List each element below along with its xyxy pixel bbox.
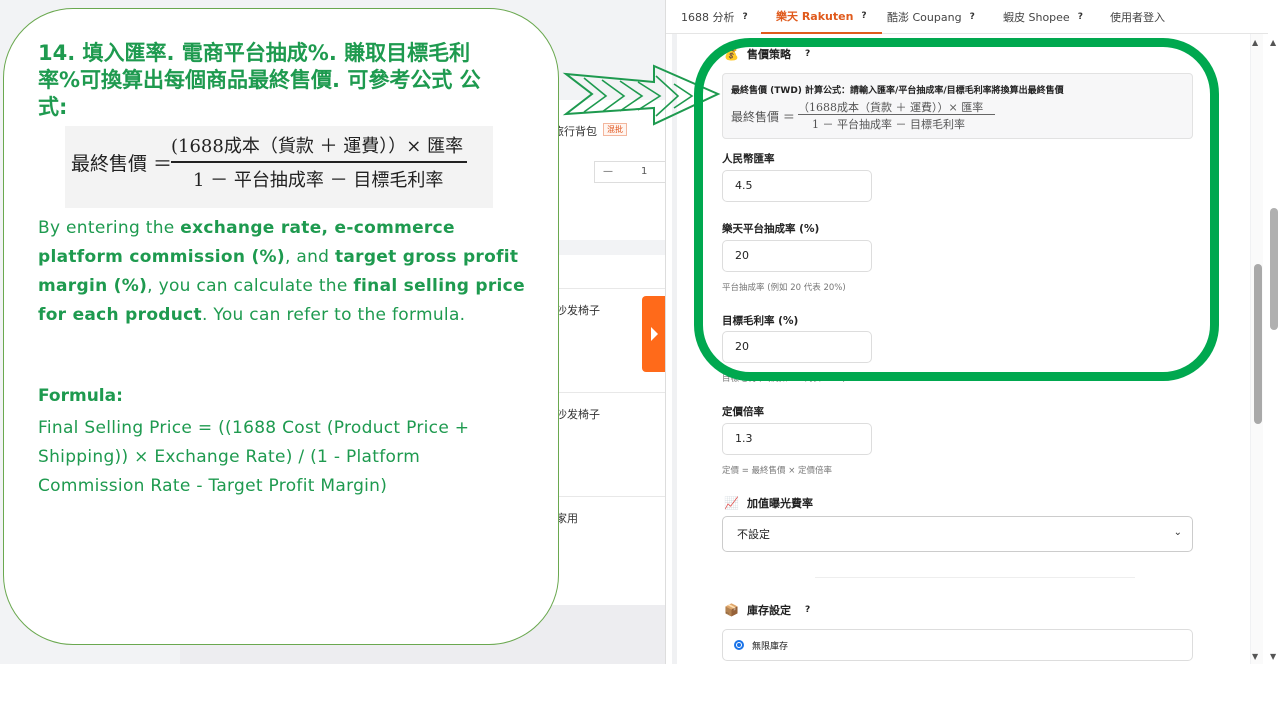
markup-label: 定價倍率 (722, 406, 764, 418)
tab-label: 酷澎 Coupang (887, 11, 962, 24)
annotation-description: By entering the exchange rate, e-commerc… (38, 214, 528, 330)
help-icon[interactable]: ? (743, 12, 748, 22)
markup-hint: 定價 = 最終售價 × 定價倍率 (722, 466, 833, 476)
quantity-stepper[interactable]: — 1 (594, 161, 666, 183)
annotation-formula: 最終售價 ＝ (1688成本（貨款 ＋ 運費））× 匯率 1 － 平台抽成率 －… (65, 126, 493, 208)
fraction-bar (171, 161, 467, 163)
scroll-down-icon[interactable]: ▼ (1252, 652, 1258, 661)
window-scrollbar[interactable]: ▲ ▼ (1268, 0, 1280, 664)
list-item-title[interactable]: 沙发椅子 (556, 406, 600, 422)
radio-label: 無限庫存 (752, 642, 789, 652)
text-run: , you can calculate the (147, 276, 354, 296)
tab-label: 使用者登入 (1110, 11, 1165, 24)
chevron-down-icon: ⌄ (1173, 527, 1182, 538)
formula-numerator: (1688成本（貨款 ＋ 運費））× 匯率 (171, 136, 464, 157)
radio-selected-icon[interactable] (734, 640, 744, 650)
section-title: 加值曝光費率 (746, 497, 813, 510)
tab-label: 樂天 Rakuten (776, 10, 854, 23)
tab-label: 1688 分析 (681, 11, 735, 24)
formula-lhs: 最終售價 ＝ (71, 153, 173, 175)
inventory-option[interactable]: 無限庫存 (722, 629, 1193, 661)
help-icon[interactable]: ? (1078, 12, 1083, 22)
highlight-ring (694, 38, 1219, 381)
annotation-formula-heading: Formula: (38, 386, 123, 406)
decrement-button[interactable]: — (603, 166, 613, 177)
tab-rakuten[interactable]: 樂天 Rakuten ? (761, 0, 882, 34)
scroll-thumb[interactable] (1254, 264, 1262, 424)
section-title: 庫存設定 (746, 604, 791, 617)
panel-toggle-button[interactable] (642, 296, 666, 372)
scroll-thumb[interactable] (1270, 208, 1278, 330)
exposure-select[interactable]: 不設定 ⌄ (722, 516, 1193, 552)
select-value: 不設定 (737, 528, 770, 541)
tab-coupang[interactable]: 酷澎 Coupang ? (887, 0, 975, 34)
help-icon[interactable]: ? (805, 605, 810, 615)
box-icon: 📦 (724, 603, 739, 617)
platform-tabs: 1688 分析 ? 樂天 Rakuten ? 酷澎 Coupang ? 蝦皮 S… (666, 0, 1269, 34)
tab-login[interactable]: 使用者登入 (1110, 0, 1165, 34)
scroll-up-icon[interactable]: ▲ (1270, 38, 1276, 47)
tab-1688[interactable]: 1688 分析 ? (681, 0, 748, 34)
text-run: . You can refer to the formula. (201, 305, 466, 325)
section-divider (815, 577, 1135, 578)
quantity-value[interactable]: 1 (641, 166, 647, 177)
formula-denominator: 1 － 平台抽成率 － 目標毛利率 (193, 170, 444, 191)
panel-scrollbar[interactable]: ▲ ▼ (1251, 34, 1263, 664)
exposure-heading: 📈 加值曝光費率 (724, 495, 813, 511)
chart-up-icon: 📈 (724, 496, 739, 510)
annotation-formula-text: Final Selling Price = ((1688 Cost (Produ… (38, 418, 470, 496)
help-icon[interactable]: ? (861, 11, 866, 21)
text-run: , and (284, 247, 335, 267)
tab-label: 蝦皮 Shopee (1003, 11, 1070, 24)
inventory-heading: 📦 庫存設定 ? (724, 602, 810, 618)
scroll-down-icon[interactable]: ▼ (1270, 652, 1276, 661)
list-item-title[interactable]: 家用 (556, 510, 578, 526)
scroll-up-icon[interactable]: ▲ (1252, 38, 1258, 47)
help-icon[interactable]: ? (970, 12, 975, 22)
tab-shopee[interactable]: 蝦皮 Shopee ? (1003, 0, 1083, 34)
markup-input[interactable]: 1.3 (722, 423, 872, 455)
text-run: By entering the (38, 218, 181, 238)
annotation-title: 14. 填入匯率. 電商平台抽成%. 賺取目標毛利率%可換算出每個商品最終售價.… (38, 41, 481, 119)
list-item-title[interactable]: 沙发椅子 (556, 302, 600, 318)
